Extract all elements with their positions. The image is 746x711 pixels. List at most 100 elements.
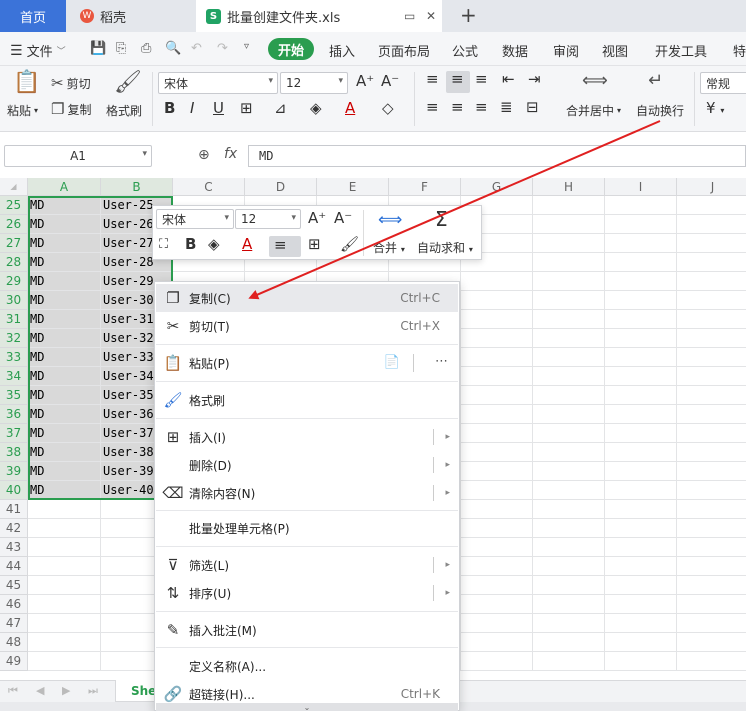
cell-i27[interactable] [605,234,677,253]
row-header[interactable]: 45 [0,576,28,595]
row-header[interactable]: 34 [0,367,28,386]
cell-h36[interactable] [533,405,605,424]
cell-g31[interactable] [461,310,533,329]
cell-i26[interactable] [605,215,677,234]
menu-developer[interactable]: 开发工具 [655,41,707,60]
cell-i31[interactable] [605,310,677,329]
cell-g38[interactable] [461,443,533,462]
ctx-sort[interactable]: ⇅ 排序(U) ▸ [156,579,458,607]
sheet-nav-next-icon[interactable]: ▶ [62,684,70,697]
cell-a45[interactable] [28,576,101,595]
cell-i28[interactable] [605,253,677,272]
mini-merge-icon[interactable]: ⟺ [378,210,402,230]
cell-a33[interactable]: MD [28,348,101,367]
underline-button[interactable]: U [213,99,224,117]
align-top-icon[interactable]: ≡ [426,70,439,88]
cell-j48[interactable] [677,633,746,652]
cell-i25[interactable] [605,196,677,215]
italic-button[interactable]: I [190,99,194,117]
format-painter-icon[interactable]: 🖌 [114,70,142,95]
ctx-scroll-down[interactable]: ⌄ [156,703,458,711]
wrap-text-button[interactable]: 自动换行 [636,102,684,119]
align-left-icon[interactable]: ≡ [426,98,439,116]
cell-h39[interactable] [533,462,605,481]
borders-icon[interactable]: ⊞ [240,99,253,117]
print-preview-icon[interactable]: 🔍 [165,41,181,56]
cut-button[interactable]: ✂ 剪切 [51,74,91,92]
cell-j39[interactable] [677,462,746,481]
mini-increase-font-icon[interactable]: A⁺ [308,209,326,227]
cell-i40[interactable] [605,481,677,500]
cell-j35[interactable] [677,386,746,405]
cell-a44[interactable] [28,557,101,576]
font-size-combo[interactable]: 12 ▾ [280,72,348,94]
number-format-combo[interactable]: 常规 [700,72,746,94]
cell-g44[interactable] [461,557,533,576]
menu-formulas[interactable]: 公式 [452,41,478,60]
cell-j37[interactable] [677,424,746,443]
cell-h34[interactable] [533,367,605,386]
undo-icon[interactable]: ↶ [191,41,202,56]
cell-h33[interactable] [533,348,605,367]
cell-j46[interactable] [677,595,746,614]
cell-i45[interactable] [605,576,677,595]
format-painter-label[interactable]: 格式刷 [106,102,142,119]
cell-a43[interactable] [28,538,101,557]
cell-h49[interactable] [533,652,605,671]
column-header-j[interactable]: J [677,178,746,196]
cell-i43[interactable] [605,538,677,557]
decrease-font-icon[interactable]: A⁻ [381,72,399,90]
column-header-f[interactable]: F [389,178,461,196]
column-header-g[interactable]: G [461,178,533,196]
cell-a32[interactable]: MD [28,329,101,348]
cell-a27[interactable]: MD [28,234,101,253]
row-header[interactable]: 32 [0,329,28,348]
ctx-filter[interactable]: ⊽ 筛选(L) ▸ [156,551,458,579]
ctx-copy[interactable]: ❐ 复制(C) Ctrl+C [156,284,458,312]
cell-j45[interactable] [677,576,746,595]
merge-center-button[interactable]: 合并居中 ▾ [566,102,621,119]
row-header[interactable]: 30 [0,291,28,310]
row-header[interactable]: 40 [0,481,28,500]
tab-home[interactable]: 首页 [0,0,66,32]
increase-indent-icon[interactable]: ⇥ [528,70,541,88]
cell-j40[interactable] [677,481,746,500]
font-color-icon[interactable]: A [345,99,355,117]
cell-a48[interactable] [28,633,101,652]
cell-j42[interactable] [677,519,746,538]
cell-h43[interactable] [533,538,605,557]
column-header-e[interactable]: E [317,178,389,196]
paste-button[interactable]: 粘贴 ▾ [7,102,38,119]
cell-i39[interactable] [605,462,677,481]
ctx-paste[interactable]: 📋 粘贴(P) 📄 ⋯ [156,349,458,377]
ctx-define-name[interactable]: 定义名称(A)... [156,652,458,680]
cell-j43[interactable] [677,538,746,557]
cell-g48[interactable] [461,633,533,652]
cell-j25[interactable] [677,196,746,215]
cell-g49[interactable] [461,652,533,671]
cell-a25[interactable]: MD [28,196,101,215]
mini-borders-icon[interactable]: ⊞ [308,235,321,253]
cell-g43[interactable] [461,538,533,557]
bold-button[interactable]: B [164,99,175,117]
cell-g30[interactable] [461,291,533,310]
row-header[interactable]: 46 [0,595,28,614]
ctx-format-painter[interactable]: 🖌 格式刷 [156,386,458,414]
cell-i30[interactable] [605,291,677,310]
cell-g37[interactable] [461,424,533,443]
sheet-nav-prev-icon[interactable]: ◀ [36,684,44,697]
cell-a37[interactable]: MD [28,424,101,443]
mini-align-center-button[interactable]: ≡ [269,236,301,257]
menu-review[interactable]: 审阅 [553,41,579,60]
cell-g41[interactable] [461,500,533,519]
fx-icon[interactable]: fx [224,146,237,162]
customize-quickbar-icon[interactable]: ▿ [244,41,249,52]
cell-style-icon[interactable]: ⊿ [274,99,287,117]
cell-j41[interactable] [677,500,746,519]
zoom-formula-icon[interactable]: ⊕ [198,147,210,163]
menu-page-layout[interactable]: 页面布局 [378,41,430,60]
cell-j47[interactable] [677,614,746,633]
cell-a49[interactable] [28,652,101,671]
select-all-corner[interactable]: ◢ [0,178,28,196]
cell-j36[interactable] [677,405,746,424]
